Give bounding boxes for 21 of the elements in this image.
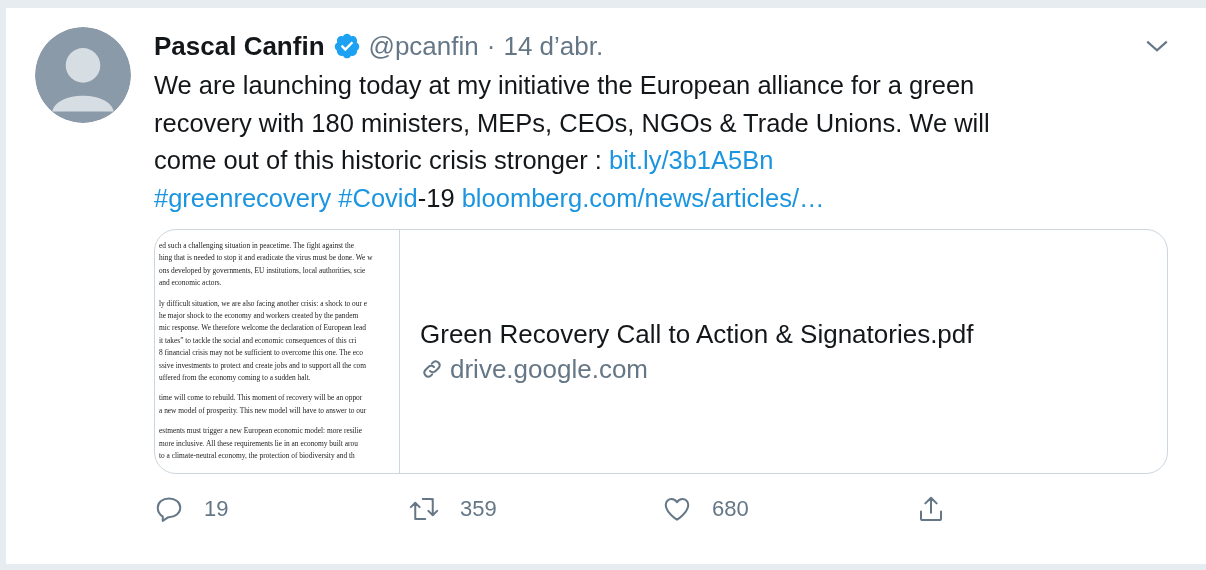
separator-dot: · [486, 30, 496, 62]
link-icon [420, 357, 444, 381]
tweet-link[interactable]: bit.ly/3b1A5Bn [608, 142, 774, 180]
tweet-text: We are launching today at my initiative the European alliance for a green [154, 70, 975, 101]
user-handle[interactable]: @pcanfin [368, 30, 479, 62]
action-count: 359 [460, 496, 497, 522]
tweet-link[interactable]: bloomberg.com/news/articles/… [461, 179, 825, 217]
tweet-text: recovery with 180 ministers, MEPs, CEOs, NGOs & Trade Unions. We will [154, 107, 990, 139]
card-title: Green Recovery Call to Action & Signatories.pdf [420, 318, 974, 350]
tweet-link[interactable]: #greenrecovery [154, 179, 332, 217]
reply-icon[interactable] [154, 494, 184, 524]
tweet-text: -19 [417, 182, 455, 214]
avatar[interactable] [35, 27, 131, 123]
card-domain: drive.google.com [450, 353, 648, 385]
action-count: 19 [204, 496, 229, 522]
action-count: 680 [712, 496, 749, 522]
tweet-date[interactable]: 14 d’abr. [503, 30, 604, 62]
tweet-text: come out of this historic crisis stronger : [154, 145, 602, 176]
user-name[interactable]: Pascal Canfin [154, 30, 325, 62]
tweet-link[interactable]: #Covid [338, 179, 418, 217]
link-card[interactable] [154, 229, 1168, 474]
